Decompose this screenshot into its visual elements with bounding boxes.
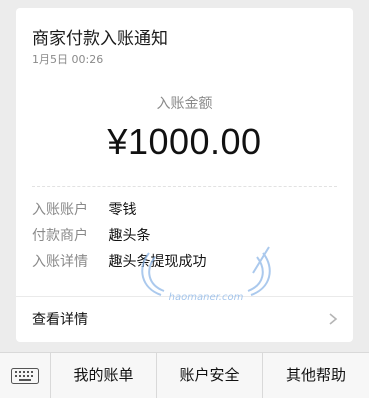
amount-label: 入账金额 bbox=[156, 96, 213, 112]
chevron-right-icon bbox=[329, 313, 338, 325]
view-details-label: 查看详情 bbox=[32, 312, 88, 328]
view-details-link[interactable]: 查看详情 bbox=[16, 297, 353, 342]
notification-time: 1月5日 00:26 bbox=[32, 53, 104, 66]
keyboard-icon bbox=[11, 368, 39, 384]
notification-card: 商家付款入账通知 1月5日 00:26 入账金额 ¥1000.00 入账账户 零… bbox=[16, 8, 353, 342]
keyboard-toggle-button[interactable] bbox=[0, 353, 51, 398]
info-row-detail: 入账详情 趣头条提现成功 bbox=[32, 252, 206, 272]
info-row-key: 入账账户 bbox=[32, 202, 88, 218]
info-row-value: 零钱 bbox=[108, 202, 137, 218]
bottom-menu-bar: 我的账单 账户安全 其他帮助 bbox=[0, 352, 369, 398]
menu-other-help[interactable]: 其他帮助 bbox=[263, 353, 369, 398]
menu-my-bills[interactable]: 我的账单 bbox=[51, 353, 157, 398]
info-row-key: 付款商户 bbox=[32, 228, 88, 244]
info-row-account: 入账账户 零钱 bbox=[32, 200, 136, 220]
dashed-divider bbox=[32, 186, 337, 187]
info-row-key: 入账详情 bbox=[32, 254, 88, 270]
info-row-value: 趣头条提现成功 bbox=[108, 254, 207, 270]
amount-value: ¥1000.00 bbox=[107, 121, 262, 162]
info-row-value: 趣头条 bbox=[108, 228, 151, 244]
info-row-merchant: 付款商户 趣头条 bbox=[32, 226, 150, 246]
notification-title: 商家付款入账通知 bbox=[32, 29, 168, 49]
menu-account-security[interactable]: 账户安全 bbox=[157, 353, 263, 398]
